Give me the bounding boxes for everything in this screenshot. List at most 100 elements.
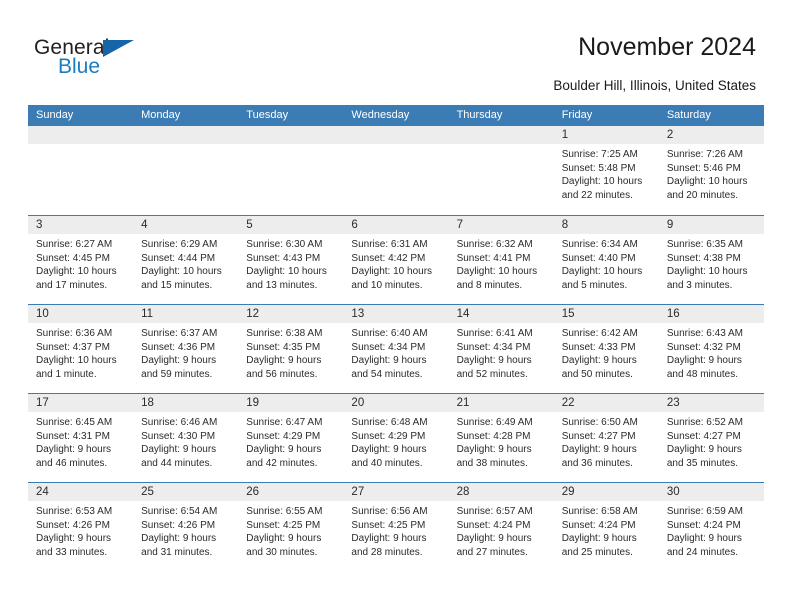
calendar-day-cell[interactable]: 28 Sunrise: 6:57 AM Sunset: 4:24 PM Dayligh…: [448, 483, 554, 571]
daylight-text: Daylight: 10 hours: [351, 266, 433, 278]
weekday-header-friday: Friday: [561, 109, 593, 121]
sunset-text: Sunset: 4:31 PM: [36, 430, 110, 442]
daylight-text-cont: and 17 minutes.: [36, 279, 108, 291]
daylight-text-cont: and 50 minutes.: [561, 368, 633, 380]
calendar-weeks: 1 Sunrise: 7:25 AM Sunset: 5:48 PM Daylight…: [28, 126, 764, 571]
calendar-day-cell[interactable]: 7 Sunrise: 6:32 AM Sunset: 4:41 PM Daylight…: [448, 216, 554, 304]
daylight-text-cont: and 22 minutes.: [561, 189, 633, 201]
daylight-text: Daylight: 9 hours: [561, 444, 637, 456]
day-number: 4: [141, 219, 148, 231]
day-details: Sunrise: 6:57 AM Sunset: 4:24 PM Daylight:…: [449, 501, 554, 559]
calendar-week-row: 24 Sunrise: 6:53 AM Sunset: 4:26 PM Dayligh…: [28, 482, 764, 571]
calendar-day-cell[interactable]: 30 Sunrise: 6:59 AM Sunset: 4:24 PM Dayligh…: [658, 483, 764, 571]
day-details: Sunrise: 6:47 AM Sunset: 4:29 PM Daylight:…: [238, 412, 343, 470]
sunset-text: Sunset: 4:24 PM: [561, 519, 636, 531]
calendar-day-cell[interactable]: 21 Sunrise: 6:49 AM Sunset: 4:28 PM Dayligh…: [448, 394, 554, 482]
sunrise-text: Sunrise: 6:55 AM: [246, 506, 323, 517]
calendar-day-cell[interactable]: 12 Sunrise: 6:38 AM Sunset: 4:35 PM Dayligh…: [238, 305, 344, 393]
calendar-day-cell[interactable]: 20 Sunrise: 6:48 AM Sunset: 4:29 PM Dayligh…: [343, 394, 449, 482]
day-number-band: 3: [28, 216, 134, 234]
calendar-day-cell[interactable]: 18 Sunrise: 6:46 AM Sunset: 4:30 PM Dayligh…: [133, 394, 239, 482]
sunrise-text: Sunrise: 6:46 AM: [141, 417, 218, 428]
day-details: [449, 144, 554, 148]
calendar-day-cell[interactable]: 24 Sunrise: 6:53 AM Sunset: 4:26 PM Dayligh…: [28, 483, 134, 571]
sunset-text: Sunset: 4:25 PM: [351, 519, 426, 531]
sunset-text: Sunset: 4:35 PM: [246, 341, 321, 353]
calendar-day-cell[interactable]: 22 Sunrise: 6:50 AM Sunset: 4:27 PM Dayligh…: [553, 394, 659, 482]
daylight-text: Daylight: 10 hours: [36, 266, 117, 278]
day-details: Sunrise: 7:25 AM Sunset: 5:48 PM Daylight:…: [554, 144, 659, 202]
calendar-day-cell[interactable]: 16 Sunrise: 6:43 AM Sunset: 4:32 PM Dayligh…: [658, 305, 764, 393]
sunset-text: Sunset: 4:37 PM: [36, 341, 110, 353]
sunrise-text: Sunrise: 6:43 AM: [666, 328, 743, 339]
calendar-day-cell[interactable]: 23 Sunrise: 6:52 AM Sunset: 4:27 PM Dayligh…: [658, 394, 764, 482]
brand-logo[interactable]: General Blue: [34, 36, 174, 82]
sunset-text: Sunset: 4:36 PM: [141, 341, 216, 353]
calendar-day-cell[interactable]: 19 Sunrise: 6:47 AM Sunset: 4:29 PM Dayligh…: [238, 394, 344, 482]
day-details: [28, 144, 133, 148]
day-details: Sunrise: 6:36 AM Sunset: 4:37 PM Daylight:…: [28, 323, 133, 381]
day-number-band: 26: [238, 483, 344, 501]
sunset-text: Sunset: 4:27 PM: [561, 430, 636, 442]
sunrise-text: Sunrise: 6:31 AM: [351, 239, 428, 250]
daylight-text-cont: and 30 minutes.: [246, 546, 318, 558]
calendar-day-cell[interactable]: 5 Sunrise: 6:30 AM Sunset: 4:43 PM Daylight…: [238, 216, 344, 304]
day-number: 21: [456, 397, 470, 409]
day-number: 30: [666, 486, 680, 498]
sunrise-text: Sunrise: 6:30 AM: [246, 239, 323, 250]
day-details: Sunrise: 6:41 AM Sunset: 4:34 PM Daylight:…: [449, 323, 554, 381]
day-details: Sunrise: 6:27 AM Sunset: 4:45 PM Daylight:…: [28, 234, 133, 292]
day-details: Sunrise: 6:34 AM Sunset: 4:40 PM Daylight:…: [554, 234, 659, 292]
daylight-text-cont: and 20 minutes.: [666, 189, 739, 201]
calendar-day-cell[interactable]: 3 Sunrise: 6:27 AM Sunset: 4:45 PM Daylight…: [28, 216, 134, 304]
calendar-day-cell[interactable]: 10 Sunrise: 6:36 AM Sunset: 4:37 PM Dayligh…: [28, 305, 134, 393]
sunrise-text: Sunrise: 6:47 AM: [246, 417, 323, 428]
calendar-day-cell[interactable]: 13 Sunrise: 6:40 AM Sunset: 4:34 PM Dayligh…: [343, 305, 449, 393]
sunrise-text: Sunrise: 7:26 AM: [666, 149, 743, 160]
sunrise-text: Sunrise: 6:56 AM: [351, 506, 428, 517]
day-details: Sunrise: 6:30 AM Sunset: 4:43 PM Daylight:…: [238, 234, 343, 292]
calendar-day-cell[interactable]: 2 Sunrise: 7:26 AM Sunset: 5:46 PM Daylight…: [658, 126, 764, 215]
sunset-text: Sunset: 4:26 PM: [141, 519, 216, 531]
calendar-day-cell[interactable]: 6 Sunrise: 6:31 AM Sunset: 4:42 PM Daylight…: [343, 216, 449, 304]
day-number-band: 27: [343, 483, 449, 501]
calendar-day-cell[interactable]: 8 Sunrise: 6:34 AM Sunset: 4:40 PM Daylight…: [553, 216, 659, 304]
daylight-text: Daylight: 10 hours: [36, 355, 117, 367]
daylight-text: Daylight: 9 hours: [141, 355, 217, 367]
day-number-band: 13: [343, 305, 449, 323]
calendar-day-cell-empty: [28, 126, 134, 215]
day-number: 2: [666, 129, 674, 141]
calendar-day-cell[interactable]: 15 Sunrise: 6:42 AM Sunset: 4:33 PM Dayligh…: [553, 305, 659, 393]
calendar-day-cell[interactable]: 25 Sunrise: 6:54 AM Sunset: 4:26 PM Dayligh…: [133, 483, 239, 571]
day-number: 17: [36, 397, 49, 409]
daylight-text-cont: and 33 minutes.: [36, 546, 108, 558]
day-details: [133, 144, 238, 148]
day-number: 29: [561, 486, 575, 498]
day-number: 13: [351, 308, 365, 320]
daylight-text: Daylight: 9 hours: [36, 444, 112, 456]
calendar-day-cell[interactable]: 27 Sunrise: 6:56 AM Sunset: 4:25 PM Dayligh…: [343, 483, 449, 571]
calendar-day-cell[interactable]: 29 Sunrise: 6:58 AM Sunset: 4:24 PM Dayligh…: [553, 483, 659, 571]
day-details: Sunrise: 6:38 AM Sunset: 4:35 PM Daylight:…: [238, 323, 343, 381]
calendar-day-cell[interactable]: 14 Sunrise: 6:41 AM Sunset: 4:34 PM Dayligh…: [448, 305, 554, 393]
sunrise-text: Sunrise: 6:58 AM: [561, 506, 638, 517]
daylight-text-cont: and 52 minutes.: [456, 368, 528, 380]
calendar-day-cell[interactable]: 4 Sunrise: 6:29 AM Sunset: 4:44 PM Daylight…: [133, 216, 239, 304]
sunrise-text: Sunrise: 6:49 AM: [456, 417, 533, 428]
calendar-day-cell[interactable]: 26 Sunrise: 6:55 AM Sunset: 4:25 PM Dayligh…: [238, 483, 344, 571]
day-number-band: 19: [238, 394, 344, 412]
day-number-band: 28: [448, 483, 554, 501]
calendar-day-cell[interactable]: 1 Sunrise: 7:25 AM Sunset: 5:48 PM Daylight…: [553, 126, 659, 215]
day-details: Sunrise: 6:55 AM Sunset: 4:25 PM Daylight:…: [238, 501, 343, 559]
sunrise-text: Sunrise: 6:42 AM: [561, 328, 638, 339]
sunset-text: Sunset: 4:33 PM: [561, 341, 636, 353]
day-number: 8: [561, 219, 569, 231]
calendar-day-cell[interactable]: 11 Sunrise: 6:37 AM Sunset: 4:36 PM Dayligh…: [133, 305, 239, 393]
day-number-band: 12: [238, 305, 344, 323]
sunset-text: Sunset: 4:41 PM: [456, 252, 531, 264]
calendar-day-cell[interactable]: 9 Sunrise: 6:35 AM Sunset: 4:38 PM Daylight…: [658, 216, 764, 304]
day-details: [238, 144, 343, 148]
calendar-day-cell[interactable]: 17 Sunrise: 6:45 AM Sunset: 4:31 PM Dayligh…: [28, 394, 134, 482]
page-title: November 2024: [578, 33, 756, 61]
day-details: Sunrise: 6:31 AM Sunset: 4:42 PM Daylight:…: [343, 234, 448, 292]
